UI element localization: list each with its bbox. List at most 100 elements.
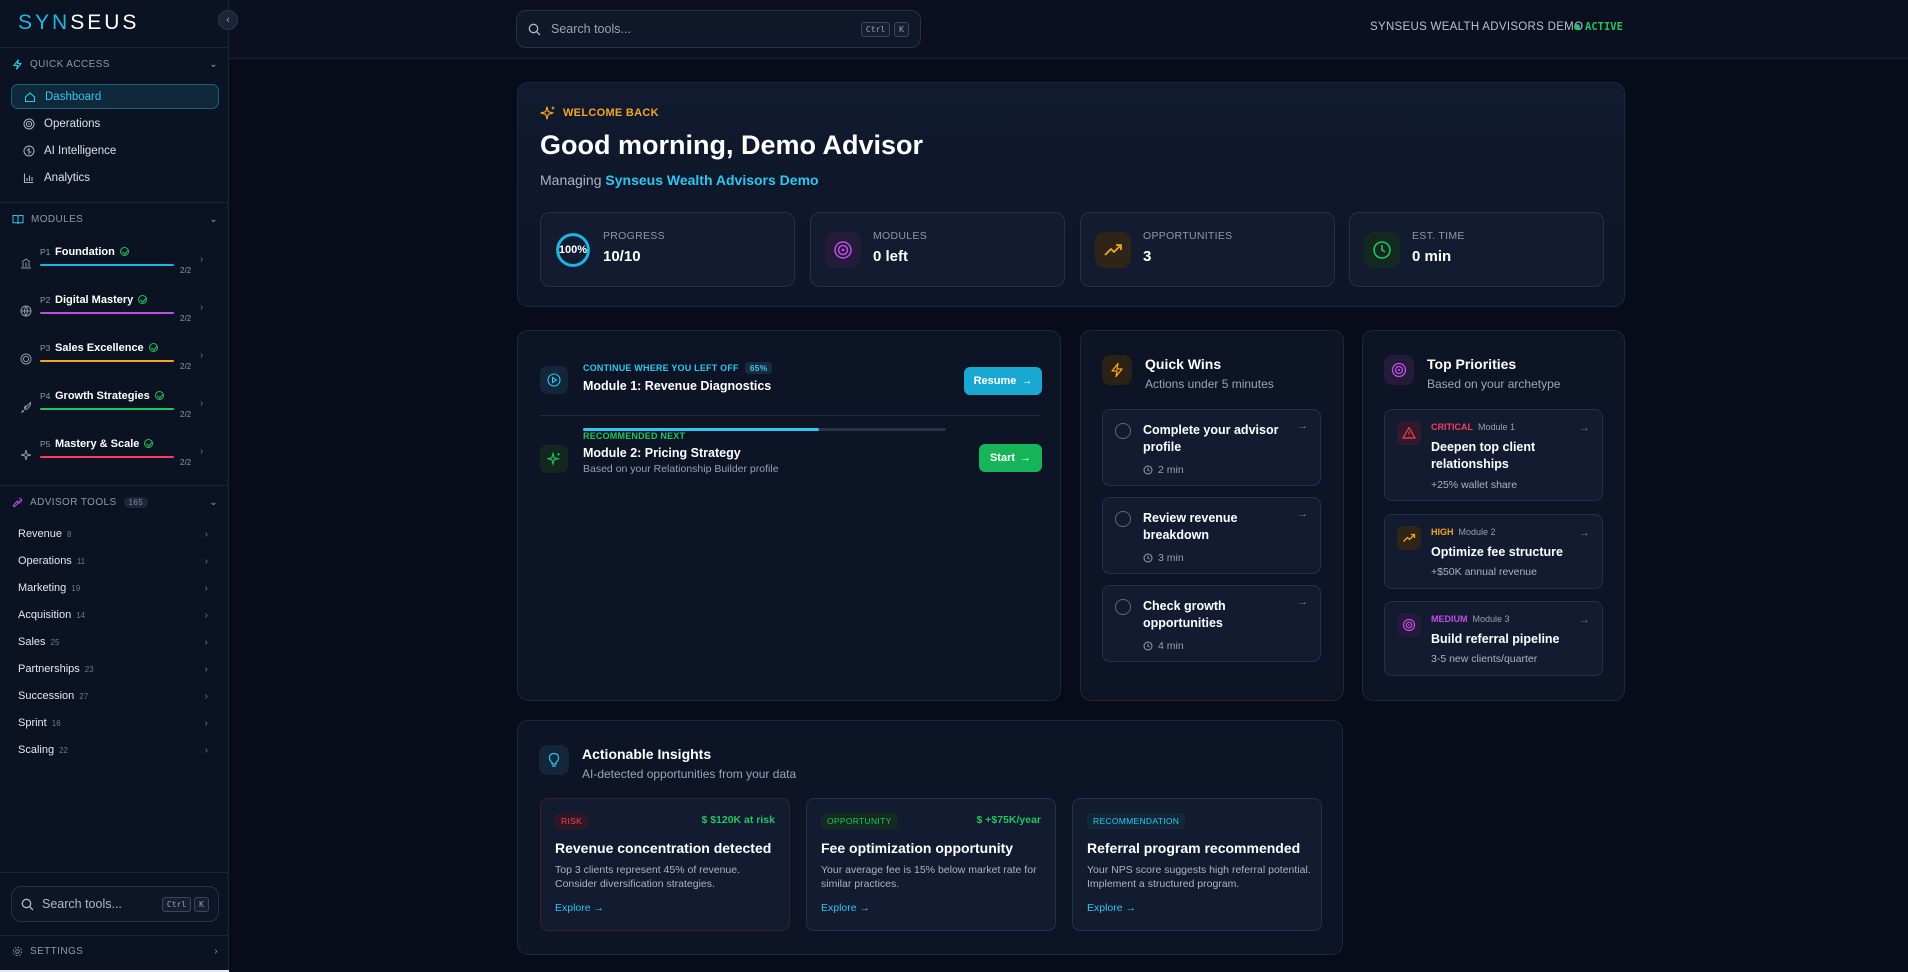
- tool-category-revenue[interactable]: Revenue 8 ›: [18, 525, 208, 543]
- alert-triangle-icon: [1397, 421, 1421, 445]
- recommended-module-title: Module 2: Pricing Strategy: [583, 446, 741, 460]
- priority-item[interactable]: MEDIUM Module 3 Build referral pipeline 3…: [1384, 601, 1603, 676]
- module-item-p2[interactable]: P2 Digital Mastery 2/2 ›: [20, 294, 220, 328]
- target-icon: [20, 352, 32, 365]
- module-fraction: 2/2: [180, 410, 192, 419]
- checkbox-circle[interactable]: [1115, 423, 1131, 439]
- insight-title: Revenue concentration detected: [555, 840, 772, 856]
- bar-chart-icon: [23, 172, 35, 184]
- logo[interactable]: SYNSEUS: [18, 11, 139, 35]
- module-tag: P1: [40, 247, 51, 257]
- sidebar-item-ai-intelligence[interactable]: AI Intelligence: [11, 138, 219, 163]
- tool-category-sprint[interactable]: Sprint 16 ›: [18, 714, 208, 732]
- sidebar-item-dashboard[interactable]: Dashboard: [11, 84, 219, 109]
- insight-card-opportunity: OPPORTUNITY $ +$75K/year Fee optimizatio…: [806, 798, 1056, 931]
- target-icon: [825, 232, 861, 268]
- resume-button[interactable]: Resume →: [964, 367, 1042, 395]
- priority-item[interactable]: CRITICAL Module 1 Deepen top client relat…: [1384, 409, 1603, 501]
- explore-link[interactable]: Explore →: [1087, 902, 1136, 914]
- chevron-down-icon: ⌄: [209, 58, 218, 70]
- organization-name: SYNSEUS WEALTH ADVISORS DEMO: [1370, 21, 1584, 33]
- target-icon: [23, 118, 35, 130]
- top-bar: Search tools... Ctrl K SYNSEUS WEALTH ADV…: [229, 0, 1908, 59]
- stat-progress: 100% PROGRESS 10/10: [540, 212, 795, 287]
- ctrl-key-hint: Ctrl: [860, 21, 891, 37]
- module-item-p5[interactable]: P5 Mastery & Scale 2/2 ›: [20, 438, 220, 472]
- quick-wins-subtitle: Actions under 5 minutes: [1145, 377, 1274, 391]
- arrow-right-icon: →: [1020, 452, 1032, 464]
- quick-win-item[interactable]: Review revenue breakdown → 3 min: [1102, 497, 1321, 574]
- sidebar-search-input[interactable]: Search tools... Ctrl K: [11, 886, 219, 922]
- continue-module-title: Module 1: Revenue Diagnostics: [583, 379, 772, 393]
- brain-icon: [23, 145, 35, 157]
- checkbox-circle[interactable]: [1115, 599, 1131, 615]
- start-button[interactable]: Start →: [979, 444, 1042, 472]
- divider: [0, 872, 229, 873]
- stat-modules: MODULES 0 left: [810, 212, 1065, 287]
- tool-category-acquisition[interactable]: Acquisition 14 ›: [18, 606, 208, 624]
- priority-impact: +$50K annual revenue: [1431, 566, 1537, 578]
- collapse-sidebar-button[interactable]: ‹: [218, 10, 238, 30]
- progress-ring-label: 100%: [558, 244, 588, 256]
- chevron-right-icon: ›: [204, 717, 208, 729]
- priority-impact: 3-5 new clients/quarter: [1431, 653, 1538, 665]
- tool-category-operations[interactable]: Operations 11 ›: [18, 552, 208, 570]
- arrow-right-icon: →: [1579, 422, 1590, 434]
- module-fraction: 2/2: [180, 266, 192, 275]
- quick-wins-title: Quick Wins: [1145, 356, 1222, 372]
- quick-win-title: Check growth opportunities: [1143, 599, 1226, 630]
- module-name: Mastery & Scale: [55, 438, 154, 450]
- chevron-right-icon: ›: [214, 946, 218, 957]
- sidebar-item-analytics[interactable]: Analytics: [11, 165, 219, 190]
- globe-icon: [20, 304, 32, 317]
- insight-amount: $ $120K at risk: [701, 814, 775, 826]
- checkbox-circle[interactable]: [1115, 511, 1131, 527]
- quick-win-time: 2 min: [1143, 464, 1184, 476]
- target-icon: [1397, 613, 1421, 637]
- priority-item[interactable]: HIGH Module 2 Optimize fee structure +$50…: [1384, 514, 1603, 589]
- quick-access-header[interactable]: QUICK ACCESS ⌄: [12, 56, 218, 72]
- status-badge: ACTIVE: [1574, 21, 1623, 33]
- arrow-right-icon: →: [1297, 420, 1308, 432]
- org-link[interactable]: Synseus Wealth Advisors Demo: [605, 172, 818, 188]
- tool-category-marketing[interactable]: Marketing 19 ›: [18, 579, 208, 597]
- sidebar: SYNSEUS ‹ QUICK ACCESS ⌄ Dashboard Opera…: [0, 0, 238, 972]
- insight-tag: OPPORTUNITY: [821, 813, 898, 829]
- priority-title: Deepen top client relationships: [1431, 440, 1536, 471]
- explore-link[interactable]: Explore →: [821, 902, 870, 914]
- divider: [540, 415, 1040, 416]
- module-item-p3[interactable]: P3 Sales Excellence 2/2 ›: [20, 342, 220, 376]
- quick-win-item[interactable]: Complete your advisor profile → 2 min: [1102, 409, 1321, 486]
- module-name: Foundation: [55, 246, 129, 258]
- sidebar-item-operations[interactable]: Operations: [11, 111, 219, 136]
- tool-category-scaling[interactable]: Scaling 22 ›: [18, 741, 208, 759]
- quick-wins-card: Quick Wins Actions under 5 minutes Compl…: [1080, 330, 1344, 701]
- tool-category-partnerships[interactable]: Partnerships 23 ›: [18, 660, 208, 678]
- module-item-p4[interactable]: P4 Growth Strategies 2/2 ›: [20, 390, 220, 424]
- arrow-right-icon: →: [1579, 614, 1590, 626]
- insight-card-recommendation: RECOMMENDATION Referral program recommen…: [1072, 798, 1322, 931]
- module-item-p1[interactable]: P1 Foundation 2/2 ›: [20, 246, 220, 280]
- settings-item[interactable]: SETTINGS ›: [12, 946, 218, 957]
- check-circle-icon: [148, 343, 158, 352]
- explore-link[interactable]: Explore →: [555, 902, 604, 914]
- search-placeholder: Search tools...: [42, 897, 122, 911]
- k-key-hint: K: [194, 896, 209, 912]
- tool-category-sales[interactable]: Sales 25 ›: [18, 633, 208, 651]
- book-icon: [12, 214, 24, 224]
- modules-header[interactable]: MODULES ⌄: [12, 211, 218, 227]
- insight-card-risk: RISK $ $120K at risk Revenue concentrati…: [540, 798, 790, 931]
- insight-tag: RECOMMENDATION: [1087, 813, 1186, 829]
- chevron-right-icon: ›: [200, 446, 204, 457]
- top-search-input[interactable]: Search tools... Ctrl K: [516, 10, 921, 48]
- stat-value: 3: [1143, 248, 1152, 265]
- quick-win-item[interactable]: Check growth opportunities → 4 min: [1102, 585, 1321, 662]
- continue-module-row: CONTINUE WHERE YOU LEFT OFF 65% Module 1:…: [540, 362, 1042, 437]
- chevron-down-icon: ⌄: [209, 213, 218, 225]
- advisor-tools-header[interactable]: ADVISOR TOOLS 165 ⌄: [12, 494, 218, 510]
- arrow-right-icon: →: [1297, 508, 1308, 520]
- tool-category-succession[interactable]: Succession 27 ›: [18, 687, 208, 705]
- lightbulb-icon: [539, 745, 569, 775]
- insight-tag: RISK: [555, 813, 589, 829]
- app: SYNSEUS ‹ QUICK ACCESS ⌄ Dashboard Opera…: [0, 0, 1908, 972]
